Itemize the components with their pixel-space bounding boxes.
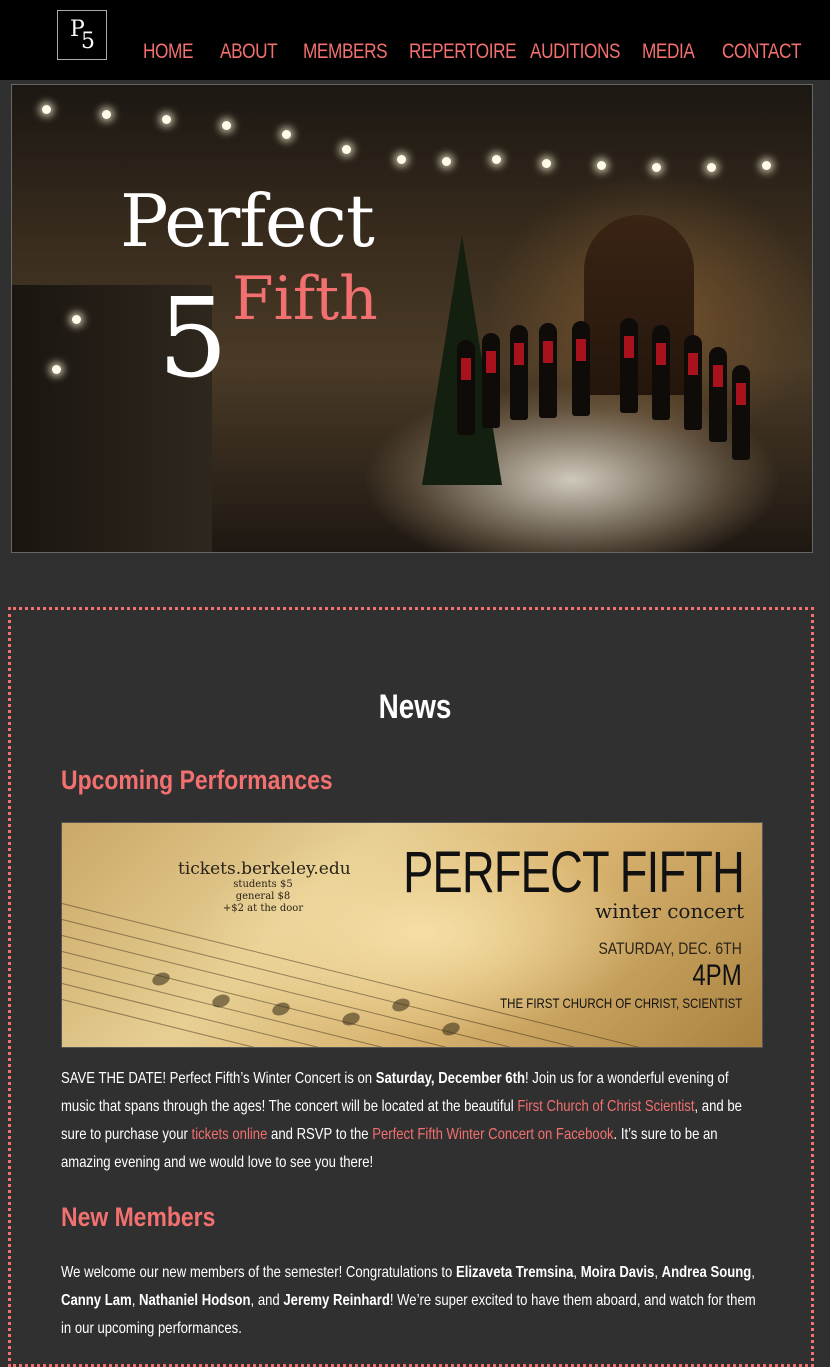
new-members-paragraph: We welcome our new members of the semest… <box>61 1259 766 1343</box>
upcoming-performances-heading: Upcoming Performances <box>61 765 333 795</box>
banner-date: SATURDAY, DEC. 6TH <box>598 939 742 958</box>
new-members-heading: New Members <box>61 1202 216 1232</box>
news-heading: News <box>378 688 452 726</box>
nav-media[interactable]: MEDIA <box>642 40 695 64</box>
hero-image: Perfect 5 Fifth <box>11 84 813 553</box>
winter-concert-banner[interactable]: tickets.berkeley.edu students $5 general… <box>61 822 763 1048</box>
hero-title-5: 5 <box>158 274 228 402</box>
separator: , <box>573 1264 581 1281</box>
nav-repertoire[interactable]: REPERTOIRE <box>409 40 517 64</box>
para2-text-1: We welcome our new members of the semest… <box>61 1264 456 1281</box>
separator: , and <box>250 1292 284 1309</box>
member-name: Elizaveta Tremsina <box>455 1264 574 1281</box>
separator: , <box>751 1264 755 1281</box>
nav-home[interactable]: HOME <box>143 40 193 64</box>
member-name: Nathaniel Hodson <box>139 1292 251 1309</box>
concert-date-bold: Saturday, December 6th <box>375 1070 525 1087</box>
banner-time: 4PM <box>692 959 742 992</box>
para1-text-1: SAVE THE DATE! Perfect Fifth’s Winter Co… <box>61 1070 376 1087</box>
church-link[interactable]: First Church of Christ Scientist <box>517 1098 694 1115</box>
banner-venue: THE FIRST CHURCH OF CHRIST, SCIENTIST <box>499 995 742 1011</box>
banner-door-price: +$2 at the door <box>222 903 304 914</box>
main-nav: HOME ABOUT MEMBERS REPERTOIRE AUDITIONS … <box>0 40 830 70</box>
hero-title-perfect: Perfect <box>120 179 375 263</box>
banner-tickets-url: tickets.berkeley.edu <box>178 859 351 879</box>
member-name: Moira Davis <box>580 1264 655 1281</box>
para1-text-4: and RSVP to the <box>267 1126 373 1143</box>
banner-title: PERFECT FIFTH <box>403 840 745 905</box>
nav-contact[interactable]: CONTACT <box>722 40 801 64</box>
tickets-online-link[interactable]: tickets online <box>192 1126 268 1143</box>
nav-about[interactable]: ABOUT <box>220 40 278 64</box>
top-nav-bar: P 5 HOME ABOUT MEMBERS REPERTOIRE AUDITI… <box>0 0 830 80</box>
winter-concert-paragraph: SAVE THE DATE! Perfect Fifth’s Winter Co… <box>61 1065 766 1177</box>
member-name: Jeremy Reinhard <box>283 1292 390 1309</box>
banner-subtitle: winter concert <box>595 899 744 923</box>
facebook-event-link[interactable]: Perfect Fifth Winter Concert on Facebook <box>372 1126 613 1143</box>
hero-title-fifth: Fifth <box>232 264 378 334</box>
nav-auditions[interactable]: AUDITIONS <box>530 40 620 64</box>
banner-students-price: students $5 <box>233 879 293 890</box>
member-name: Andrea Soung <box>661 1264 752 1281</box>
member-name: Canny Lam <box>61 1292 132 1309</box>
nav-members[interactable]: MEMBERS <box>303 40 388 64</box>
banner-general-price: general $8 <box>235 891 291 902</box>
